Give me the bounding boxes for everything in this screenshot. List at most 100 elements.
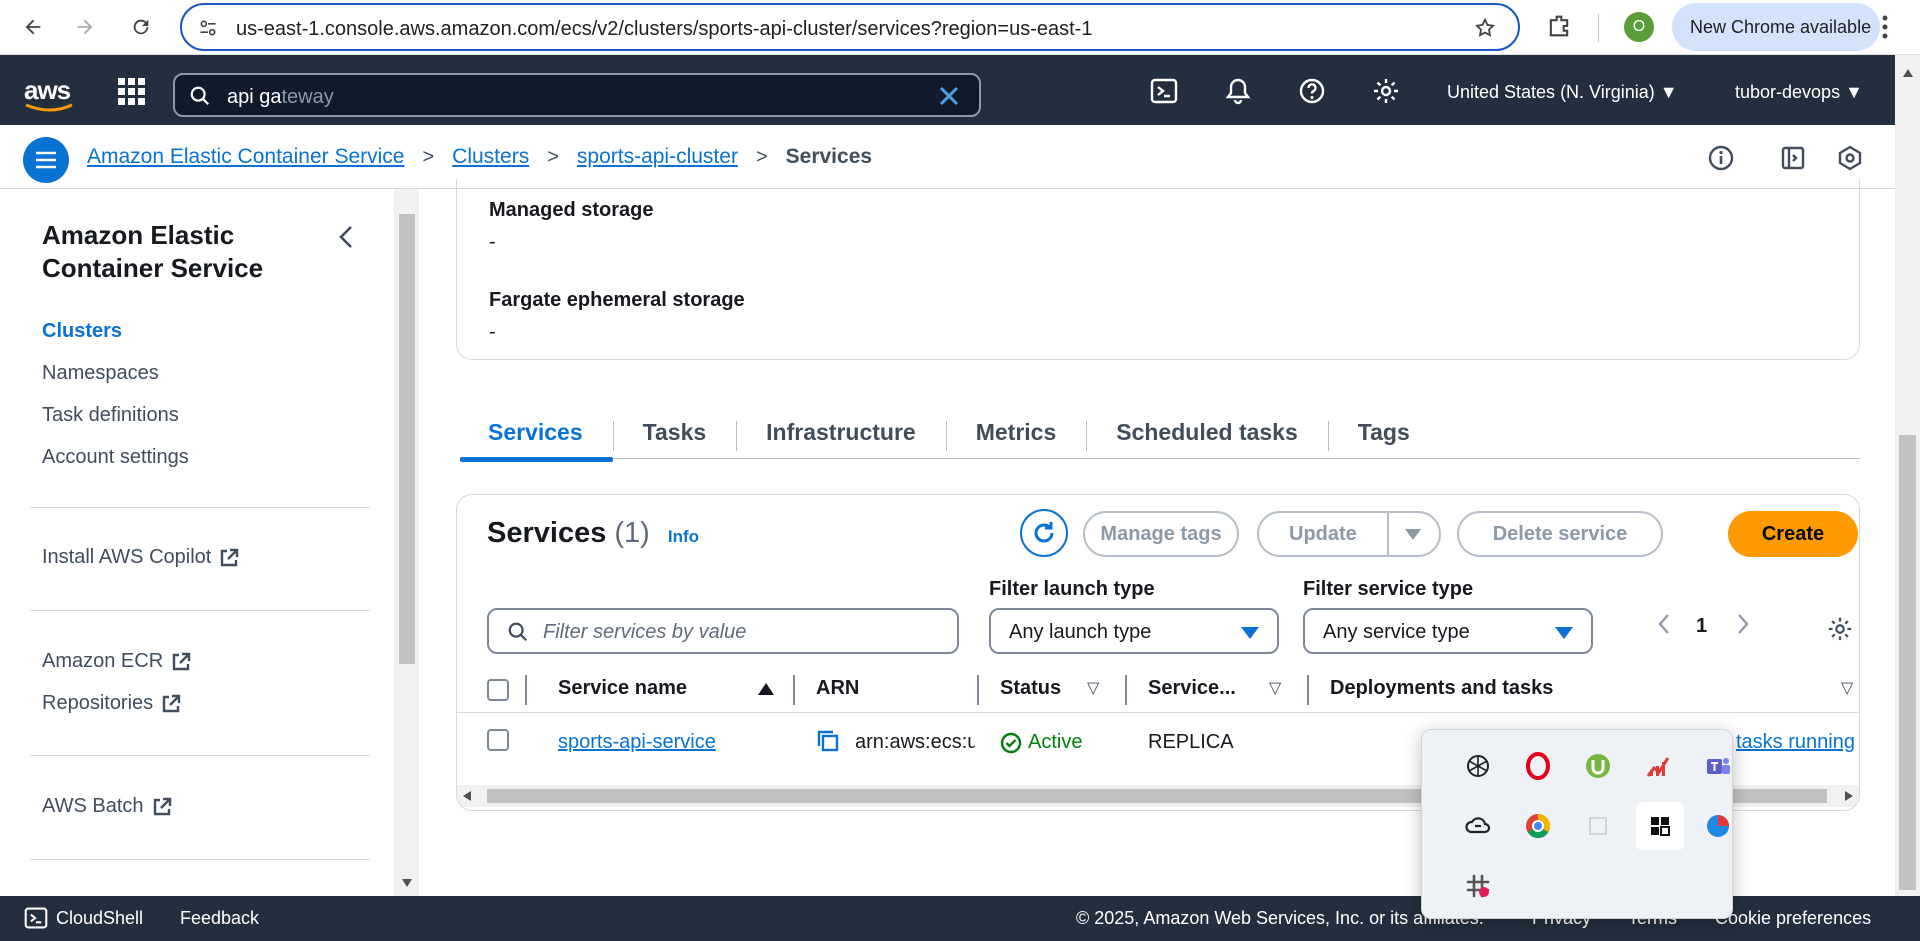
- tasks-running-link[interactable]: tasks running: [1736, 731, 1855, 753]
- previous-page-icon[interactable]: [1657, 613, 1671, 641]
- column-arn[interactable]: ARN: [816, 677, 859, 700]
- cloudshell-footer-icon[interactable]: [24, 906, 48, 935]
- chevron-right-icon: >: [755, 145, 768, 168]
- chrome-icon[interactable]: [1518, 806, 1558, 846]
- external-link-icon: [153, 797, 171, 815]
- sidebar-scrollbar[interactable]: [395, 189, 419, 896]
- cloudshell-link[interactable]: CloudShell: [56, 908, 143, 929]
- column-service-type[interactable]: Service...: [1148, 677, 1236, 700]
- tab-tasks[interactable]: Tasks: [612, 419, 737, 459]
- tab-tags[interactable]: Tags: [1327, 419, 1440, 459]
- manage-tags-button[interactable]: Manage tags: [1083, 511, 1239, 557]
- chatgpt-icon[interactable]: [1458, 746, 1498, 786]
- account-menu[interactable]: tubor-devops ▼: [1735, 82, 1863, 103]
- feedback-link[interactable]: Feedback: [180, 908, 259, 929]
- utorrent-icon[interactable]: [1578, 746, 1618, 786]
- select-all-checkbox[interactable]: [487, 679, 509, 701]
- service-name-link[interactable]: sports-api-service: [558, 731, 716, 753]
- sidebar-item-copilot[interactable]: Install AWS Copilot: [42, 546, 239, 569]
- bookmark-star-icon[interactable]: [1474, 17, 1496, 44]
- copy-arn-icon[interactable]: [816, 729, 840, 759]
- info-panel-icon[interactable]: [1708, 145, 1734, 176]
- row-checkbox[interactable]: [487, 729, 509, 751]
- service-type-select[interactable]: Any service type: [1303, 608, 1593, 654]
- sidebar-scroll-thumb[interactable]: [399, 214, 415, 664]
- column-status[interactable]: Status: [1000, 677, 1061, 700]
- tab-scheduled-tasks[interactable]: Scheduled tasks: [1086, 419, 1328, 459]
- site-info-icon[interactable]: [198, 18, 218, 43]
- column-service-name[interactable]: Service name: [558, 677, 687, 700]
- sidebar-item-ecr[interactable]: Amazon ECR: [42, 650, 191, 673]
- sidebar-item-batch[interactable]: AWS Batch: [42, 795, 172, 818]
- slack-icon[interactable]: [1458, 866, 1498, 906]
- chrome-update-button[interactable]: New Chrome available: [1672, 3, 1880, 51]
- scroll-left-arrow-icon[interactable]: [463, 791, 471, 801]
- sidebar-divider: [30, 507, 370, 508]
- sidebar-item-label: Repositories: [42, 692, 154, 714]
- scroll-down-arrow-icon[interactable]: [402, 879, 412, 887]
- back-icon[interactable]: [16, 10, 50, 44]
- sidebar-item-task-definitions[interactable]: Task definitions: [42, 404, 179, 427]
- page-scrollbar[interactable]: [1895, 55, 1920, 896]
- reload-icon[interactable]: [124, 10, 158, 44]
- app-grid-icon[interactable]: [1636, 802, 1684, 850]
- clear-search-icon[interactable]: [937, 84, 961, 113]
- opera-icon[interactable]: [1518, 746, 1558, 786]
- page-scroll-thumb[interactable]: [1899, 435, 1916, 890]
- delete-service-button[interactable]: Delete service: [1457, 511, 1663, 557]
- stats-chart-icon[interactable]: [1638, 746, 1678, 786]
- scroll-up-arrow-icon[interactable]: [1903, 69, 1913, 77]
- blank-window-icon[interactable]: [1578, 806, 1618, 846]
- address-bar[interactable]: us-east-1.console.aws.amazon.com/ecs/v2/…: [180, 3, 1520, 51]
- sidebar-item-namespaces[interactable]: Namespaces: [42, 362, 159, 385]
- sidebar-item-repositories[interactable]: Repositories: [42, 692, 181, 715]
- update-label: Update: [1289, 522, 1357, 545]
- security-app-icon[interactable]: [1698, 806, 1738, 846]
- breadcrumb-current: Services: [785, 145, 873, 168]
- cookie-preferences-link[interactable]: Cookie preferences: [1715, 908, 1871, 929]
- launch-type-select[interactable]: Any launch type: [989, 608, 1279, 654]
- tab-metrics[interactable]: Metrics: [945, 419, 1087, 459]
- sort-icon[interactable]: ▽: [1269, 678, 1281, 698]
- breadcrumb-cluster[interactable]: sports-api-cluster: [577, 145, 738, 169]
- sidebar-item-account-settings[interactable]: Account settings: [42, 446, 189, 469]
- settings-gear-icon[interactable]: [1372, 77, 1400, 110]
- sort-icon[interactable]: ▽: [1087, 678, 1099, 698]
- teams-icon[interactable]: [1698, 746, 1738, 786]
- region-selector[interactable]: United States (N. Virginia) ▼: [1447, 82, 1678, 103]
- profile-avatar[interactable]: O: [1624, 12, 1654, 42]
- sidebar-item-clusters[interactable]: Clusters: [42, 320, 122, 343]
- hamburger-menu-icon[interactable]: [23, 137, 69, 183]
- cloud-sync-icon[interactable]: [1458, 806, 1498, 846]
- extensions-icon[interactable]: [1545, 12, 1573, 45]
- filter-services-input[interactable]: Filter services by value: [487, 608, 959, 654]
- sort-icon[interactable]: ▽: [1841, 678, 1853, 698]
- page-number[interactable]: 1: [1696, 615, 1707, 638]
- amazon-q-icon[interactable]: [1837, 145, 1863, 176]
- collapse-sidebar-icon[interactable]: [338, 225, 354, 254]
- tab-infrastructure[interactable]: Infrastructure: [736, 419, 946, 459]
- sort-ascending-icon[interactable]: [758, 683, 774, 695]
- scroll-right-arrow-icon[interactable]: [1845, 791, 1853, 801]
- notifications-bell-icon[interactable]: [1224, 77, 1252, 110]
- breadcrumb-ecs[interactable]: Amazon Elastic Container Service: [87, 145, 404, 169]
- column-deployments[interactable]: Deployments and tasks: [1330, 677, 1553, 700]
- notes-panel-icon[interactable]: [1780, 145, 1806, 176]
- chrome-menu-icon[interactable]: [1880, 12, 1890, 47]
- aws-logo[interactable]: aws: [24, 75, 73, 112]
- table-preferences-gear-icon[interactable]: [1827, 616, 1853, 647]
- services-grid-icon[interactable]: [118, 78, 146, 111]
- console-search-input[interactable]: api gateway: [173, 73, 981, 117]
- forward-icon[interactable]: [68, 10, 102, 44]
- tab-services[interactable]: Services: [460, 419, 613, 462]
- help-icon[interactable]: [1298, 77, 1326, 110]
- update-button[interactable]: Update: [1257, 511, 1441, 557]
- next-page-icon[interactable]: [1736, 613, 1750, 641]
- create-button[interactable]: Create: [1728, 511, 1858, 557]
- update-dropdown-icon[interactable]: [1405, 529, 1421, 540]
- breadcrumb-clusters[interactable]: Clusters: [452, 145, 529, 169]
- info-link[interactable]: Info: [668, 527, 699, 546]
- refresh-button[interactable]: [1020, 509, 1068, 557]
- cloudshell-icon[interactable]: [1150, 77, 1178, 110]
- caret-down-icon: [1555, 627, 1573, 639]
